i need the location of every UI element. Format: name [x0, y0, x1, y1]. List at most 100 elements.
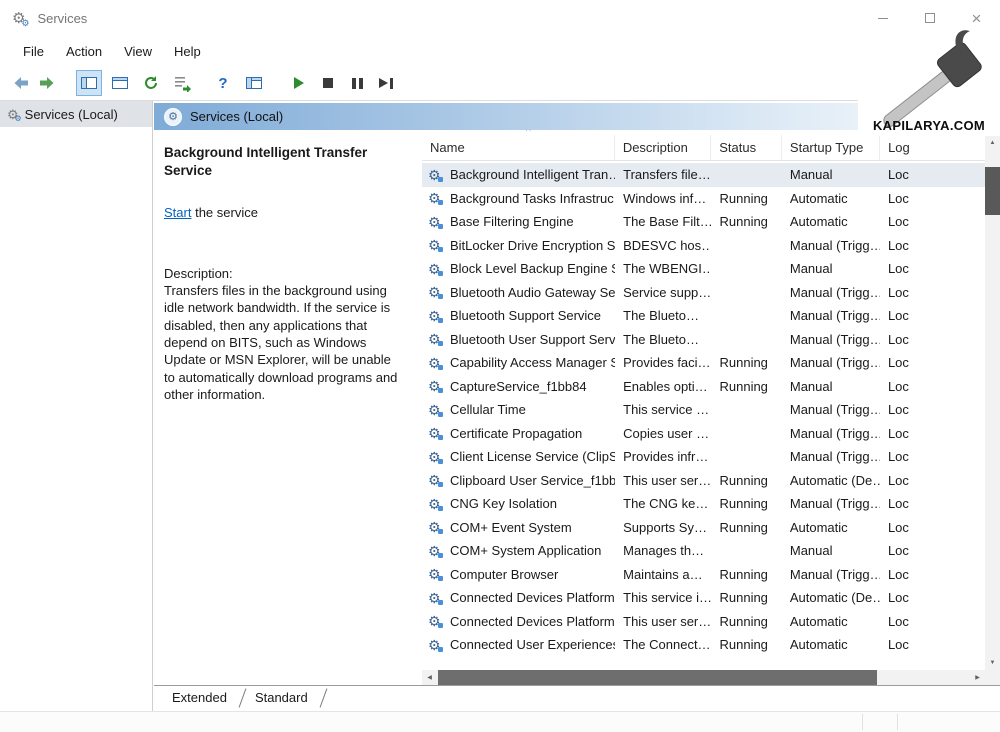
new-window-button[interactable]: [241, 70, 267, 96]
column-header-log-on-as[interactable]: Log: [880, 135, 985, 160]
service-startup-type-cell: Manual (Trigg…: [782, 285, 880, 300]
service-description-cell: The WBENGI…: [615, 261, 711, 276]
menu-file[interactable]: File: [12, 40, 55, 63]
service-status-cell: Running: [711, 567, 781, 582]
vertical-scrollbar[interactable]: ▲ ▼: [985, 135, 1000, 670]
toolbar-separator: [60, 83, 76, 84]
close-icon: ×: [972, 10, 982, 27]
content-body: Background Intelligent Transfer Service …: [154, 130, 1000, 685]
service-name-cell: ⚙Client License Service (ClipSV…: [422, 449, 615, 464]
service-name-cell: ⚙Connected Devices Platform …: [422, 590, 615, 605]
service-description-cell: The Blueto…: [615, 332, 711, 347]
horizontal-scrollbar[interactable]: ◀ ▶: [422, 670, 985, 685]
maximize-button[interactable]: [906, 0, 953, 36]
window-controls: ×: [859, 0, 1000, 36]
stop-service-button[interactable]: [317, 71, 339, 95]
service-row[interactable]: ⚙Cellular TimeThis service …Manual (Trig…: [422, 398, 985, 422]
service-description-cell: Manages th…: [615, 543, 711, 558]
service-description-cell: Supports Sy…: [615, 520, 711, 535]
horizontal-scrollbar-thumb[interactable]: [438, 670, 877, 685]
service-name-cell: ⚙Certificate Propagation: [422, 426, 615, 441]
close-button[interactable]: ×: [953, 0, 1000, 36]
new-window-icon: [246, 77, 262, 89]
help-button[interactable]: ?: [210, 70, 236, 96]
column-header-name[interactable]: Name: [422, 135, 615, 160]
scroll-down-icon[interactable]: ▼: [985, 655, 1000, 670]
export-list-button[interactable]: [169, 70, 195, 96]
service-row[interactable]: ⚙COM+ Event SystemSupports Sy…RunningAut…: [422, 516, 985, 540]
window-title: Services: [37, 11, 87, 26]
service-name: Background Intelligent Tran…: [450, 167, 615, 182]
service-log-on-as-cell: Loc: [880, 238, 985, 253]
properties-button[interactable]: [107, 70, 133, 96]
main-area: ⚙ Services (Local) ⚙ Services (Local) Ba…: [0, 101, 1000, 712]
vertical-scrollbar-thumb[interactable]: [985, 167, 1000, 215]
service-row[interactable]: ⚙Background Intelligent Tran…Transfers f…: [422, 163, 985, 187]
service-row[interactable]: ⚙Clipboard User Service_f1bb…This user s…: [422, 469, 985, 493]
service-name: Certificate Propagation: [450, 426, 582, 441]
forward-button[interactable]: [34, 70, 60, 96]
service-startup-type-cell: Automatic (De…: [782, 590, 880, 605]
service-log-on-as-cell: Loc: [880, 543, 985, 558]
service-description-cell: Maintains a…: [615, 567, 711, 582]
service-description-cell: Copies user …: [615, 426, 711, 441]
service-name-cell: ⚙Cellular Time: [422, 402, 615, 417]
column-header-status[interactable]: Status: [711, 135, 782, 160]
service-row[interactable]: ⚙Block Level Backup Engine S…The WBENGI……: [422, 257, 985, 281]
tree-item-services-local[interactable]: ⚙ Services (Local): [0, 101, 152, 127]
minimize-button[interactable]: [859, 0, 906, 36]
service-row[interactable]: ⚙CNG Key IsolationThe CNG ke…RunningManu…: [422, 492, 985, 516]
service-description-cell: This service …: [615, 402, 711, 417]
scroll-up-icon[interactable]: ▲: [985, 135, 1000, 150]
service-description-cell: The CNG ke…: [615, 496, 711, 511]
menu-help[interactable]: Help: [163, 40, 212, 63]
scroll-right-icon[interactable]: ▶: [970, 670, 985, 685]
service-row[interactable]: ⚙CaptureService_f1bb84Enables opti…Runni…: [422, 375, 985, 399]
restart-service-button[interactable]: [375, 71, 397, 95]
service-status-cell: Running: [711, 355, 781, 370]
selected-service-title: Background Intelligent Transfer Service: [164, 144, 402, 179]
service-row[interactable]: ⚙Connected Devices Platform …This user s…: [422, 610, 985, 634]
service-row[interactable]: ⚙Connected Devices Platform …This servic…: [422, 586, 985, 610]
tab-extended[interactable]: Extended: [160, 686, 243, 711]
refresh-button[interactable]: [138, 70, 164, 96]
toolbar-separator: [200, 83, 210, 84]
service-gear-icon: ⚙: [428, 332, 445, 346]
menu-action[interactable]: Action: [55, 40, 113, 63]
service-gear-icon: ⚙: [428, 285, 445, 299]
back-button[interactable]: [8, 70, 34, 96]
service-row[interactable]: ⚙Computer BrowserMaintains a…RunningManu…: [422, 563, 985, 587]
start-service-link[interactable]: Start: [164, 205, 191, 220]
service-row[interactable]: ⚙Bluetooth Support ServiceThe Blueto…Man…: [422, 304, 985, 328]
service-row[interactable]: ⚙Bluetooth Audio Gateway Se…Service supp…: [422, 281, 985, 305]
service-name-cell: ⚙Connected Devices Platform …: [422, 614, 615, 629]
service-row[interactable]: ⚙Background Tasks Infrastruc…Windows inf…: [422, 187, 985, 211]
start-service-button[interactable]: [288, 71, 310, 95]
service-row[interactable]: ⚙Base Filtering EngineThe Base Filt…Runn…: [422, 210, 985, 234]
service-name: COM+ Event System: [450, 520, 572, 535]
service-row[interactable]: ⚙Capability Access Manager S…Provides fa…: [422, 351, 985, 375]
pause-service-button[interactable]: [346, 71, 368, 95]
service-row[interactable]: ⚙Certificate PropagationCopies user … Man…: [422, 422, 985, 446]
service-description-cell: This user ser…: [615, 473, 711, 488]
minimize-icon: [878, 18, 888, 19]
tab-standard[interactable]: Standard: [243, 686, 324, 711]
service-row[interactable]: ⚙COM+ System ApplicationManages th…Manua…: [422, 539, 985, 563]
service-log-on-as-cell: Loc: [880, 191, 985, 206]
service-row[interactable]: ⚙Bluetooth User Support Serv…The Blueto……: [422, 328, 985, 352]
service-log-on-as-cell: Loc: [880, 379, 985, 394]
service-row[interactable]: ⚙Connected User Experiences …The Connect…: [422, 633, 985, 657]
service-row[interactable]: ⚙Client License Service (ClipSV…Provides…: [422, 445, 985, 469]
scroll-left-icon[interactable]: ◀: [422, 670, 437, 685]
service-name-cell: ⚙CNG Key Isolation: [422, 496, 615, 511]
menu-view[interactable]: View: [113, 40, 163, 63]
service-name: Block Level Backup Engine S…: [450, 261, 615, 276]
service-name: BitLocker Drive Encryption S…: [450, 238, 615, 253]
service-gear-icon: ⚙: [428, 614, 445, 628]
service-startup-type-cell: Manual (Trigg…: [782, 426, 880, 441]
service-row[interactable]: ⚙BitLocker Drive Encryption S…BDESVC hos…: [422, 234, 985, 258]
column-header-startup-type[interactable]: Startup Type: [782, 135, 880, 160]
show-console-tree-button[interactable]: [76, 70, 102, 96]
service-name-cell: ⚙Bluetooth Audio Gateway Se…: [422, 285, 615, 300]
column-header-description[interactable]: Description: [615, 135, 711, 160]
